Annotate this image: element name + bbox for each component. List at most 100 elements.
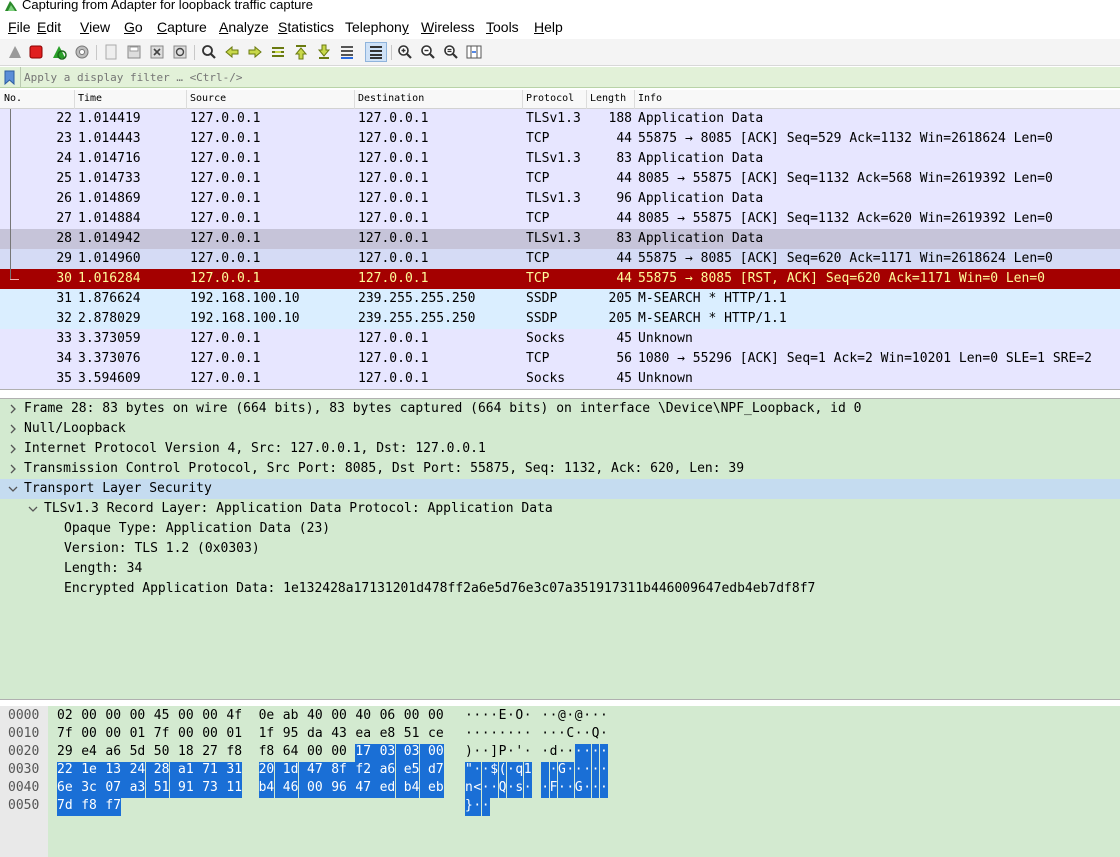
packet-row[interactable]: 23 1.014443 127.0.0.1 127.0.0.1 TCP 44 55875 →…	[0, 129, 1120, 149]
hex-byte[interactable]: 00	[178, 708, 194, 726]
zoom-out-icon[interactable]	[419, 43, 437, 61]
hex-byte[interactable]: 00	[178, 726, 194, 744]
hex-byte[interactable]: d7	[428, 762, 444, 780]
hex-byte[interactable]: 7d	[57, 798, 73, 816]
hex-byte[interactable]: 47	[355, 780, 372, 798]
forward-icon[interactable]	[246, 43, 264, 61]
menu-item[interactable]: File	[8, 19, 31, 35]
hex-byte[interactable]: a1	[178, 762, 194, 780]
menu-item[interactable]: Edit	[37, 19, 61, 35]
hex-byte[interactable]: 31	[226, 762, 243, 780]
col-header-destination[interactable]: Destination	[358, 93, 424, 104]
hex-byte[interactable]: a6	[105, 744, 121, 762]
detail-tree-row[interactable]: Length: 34	[0, 559, 1120, 579]
detail-tree-row[interactable]: Frame 28: 83 bytes on wire (664 bits), 8…	[0, 399, 1120, 419]
hex-byte[interactable]: 43	[331, 726, 347, 744]
detail-tree-row[interactable]: Opaque Type: Application Data (23)	[0, 519, 1120, 539]
hex-byte[interactable]: 29	[57, 744, 73, 762]
hex-byte[interactable]: f8	[226, 744, 242, 762]
zoom-reset-icon[interactable]	[442, 43, 460, 61]
hex-byte[interactable]: 6e	[57, 780, 73, 798]
packet-row[interactable]: 28 1.014942 127.0.0.1 127.0.0.1 TLSv1.3 83 App…	[0, 229, 1120, 249]
chevron-right-icon[interactable]	[8, 443, 18, 455]
shark-fin-icon[interactable]	[6, 43, 24, 61]
hex-byte[interactable]: 06	[380, 708, 396, 726]
menu-item[interactable]: Telephony	[345, 19, 409, 35]
packet-row[interactable]: 33 3.373059 127.0.0.1 127.0.0.1 Socks 45 Unkno…	[0, 329, 1120, 349]
hex-byte[interactable]: 45	[154, 708, 170, 726]
hex-byte[interactable]: ce	[428, 726, 444, 744]
hex-byte[interactable]: 13	[105, 762, 122, 780]
packet-row[interactable]: 34 3.373076 127.0.0.1 127.0.0.1 TCP 56 1080 → …	[0, 349, 1120, 369]
hex-byte[interactable]: e5	[403, 762, 420, 780]
menu-item[interactable]: View	[80, 19, 110, 35]
hex-byte[interactable]: 46	[282, 780, 299, 798]
hex-byte[interactable]: 95	[283, 726, 299, 744]
column-divider[interactable]	[74, 90, 75, 109]
display-filter-input[interactable]	[20, 67, 1120, 87]
hex-byte[interactable]: 47	[307, 762, 323, 780]
hex-byte[interactable]: b4	[258, 780, 275, 798]
hex-byte[interactable]: 91	[178, 780, 194, 798]
autoscroll-icon[interactable]	[338, 43, 356, 61]
hex-byte[interactable]: 00	[130, 708, 146, 726]
col-header-protocol[interactable]: Protocol	[526, 93, 574, 104]
chevron-right-icon[interactable]	[8, 463, 18, 475]
open-icon[interactable]	[102, 43, 120, 61]
hex-byte[interactable]: 1d	[282, 762, 299, 780]
hex-byte[interactable]: 00	[202, 708, 218, 726]
hex-byte[interactable]: 5d	[130, 744, 146, 762]
hex-byte[interactable]: 51	[404, 726, 420, 744]
packet-row[interactable]: 35 3.594609 127.0.0.1 127.0.0.1 Socks 45 Unkno…	[0, 369, 1120, 389]
hex-byte[interactable]: 01	[130, 726, 146, 744]
hex-byte[interactable]: 24	[129, 762, 146, 780]
hex-byte[interactable]: 00	[331, 744, 347, 762]
packet-row[interactable]: 24 1.014716 127.0.0.1 127.0.0.1 TLSv1.3 83 App…	[0, 149, 1120, 169]
detail-tree-row[interactable]: Transport Layer Security	[0, 479, 1120, 499]
hex-byte[interactable]: f8	[81, 798, 97, 816]
packet-row[interactable]: 31 1.876624 192.168.100.10 239.255.255.250 S…	[0, 289, 1120, 309]
hex-byte[interactable]: b4	[403, 780, 420, 798]
restart-icon[interactable]	[50, 43, 68, 61]
packet-row[interactable]: 22 1.014419 127.0.0.1 127.0.0.1 TLSv1.3 188 Ap…	[0, 109, 1120, 129]
find-icon[interactable]	[200, 43, 218, 61]
hex-byte[interactable]: 73	[202, 780, 218, 798]
hex-byte[interactable]: 71	[202, 762, 218, 780]
hex-byte[interactable]: f8	[259, 744, 275, 762]
packet-row[interactable]: 27 1.014884 127.0.0.1 127.0.0.1 TCP 44 8085 → …	[0, 209, 1120, 229]
hex-byte[interactable]: 51	[153, 780, 170, 798]
hex-byte[interactable]: 00	[81, 726, 97, 744]
hex-byte[interactable]: 20	[258, 762, 275, 780]
packet-row[interactable]: 25 1.014733 127.0.0.1 127.0.0.1 TCP 44 8085 → …	[0, 169, 1120, 189]
hex-byte[interactable]: ea	[355, 726, 371, 744]
menu-item[interactable]: Statistics	[278, 19, 334, 35]
detail-tree-row[interactable]: Version: TLS 1.2 (0x0303)	[0, 539, 1120, 559]
column-divider[interactable]	[522, 90, 523, 109]
detail-tree-row[interactable]: Transmission Control Protocol, Src Port:…	[0, 459, 1120, 479]
menu-item[interactable]: Capture	[157, 19, 207, 35]
last-icon[interactable]	[315, 43, 333, 61]
hex-byte[interactable]: 02	[57, 708, 73, 726]
hex-byte[interactable]: 00	[331, 708, 347, 726]
detail-tree-row[interactable]: TLSv1.3 Record Layer: Application Data P…	[0, 499, 1120, 519]
hex-byte[interactable]: 3c	[81, 780, 97, 798]
col-header-info[interactable]: Info	[638, 93, 662, 104]
packet-row[interactable]: 29 1.014960 127.0.0.1 127.0.0.1 TCP 44 55875 →…	[0, 249, 1120, 269]
goto-icon[interactable]	[269, 43, 287, 61]
hex-byte[interactable]: 00	[428, 708, 444, 726]
detail-tree-row[interactable]: Null/Loopback	[0, 419, 1120, 439]
hex-byte[interactable]: 1e	[81, 762, 97, 780]
first-icon[interactable]	[292, 43, 310, 61]
col-header-source[interactable]: Source	[190, 93, 226, 104]
col-header-length[interactable]: Length	[590, 93, 626, 104]
hex-byte[interactable]: 7f	[154, 726, 170, 744]
chevron-right-icon[interactable]	[8, 403, 18, 415]
colorize-icon[interactable]	[365, 42, 387, 62]
hex-byte[interactable]: 00	[81, 708, 97, 726]
packet-row[interactable]: 32 2.878029 192.168.100.10 239.255.255.250 S…	[0, 309, 1120, 329]
hex-byte[interactable]: 03	[403, 744, 420, 762]
zoom-in-icon[interactable]	[396, 43, 414, 61]
hex-byte[interactable]: e4	[81, 744, 97, 762]
packet-row[interactable]: 30 1.016284 127.0.0.1 127.0.0.1 TCP 44 55875 →…	[0, 269, 1120, 289]
hex-byte[interactable]: 00	[428, 744, 444, 762]
